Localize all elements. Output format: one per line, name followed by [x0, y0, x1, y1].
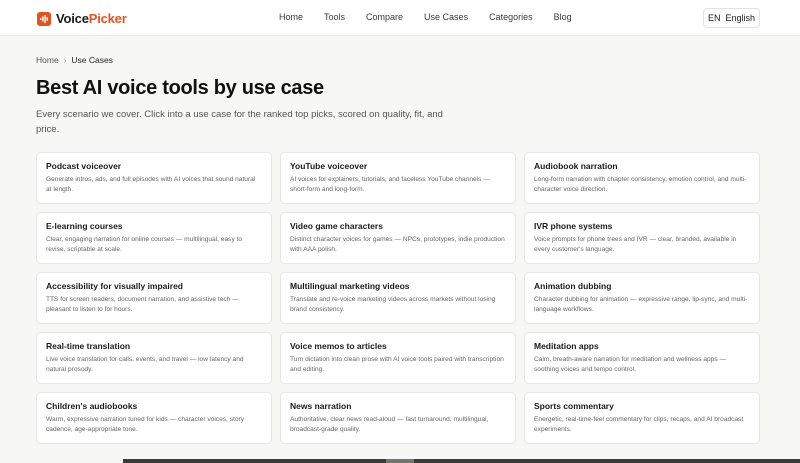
- nav-link-home[interactable]: Home: [279, 12, 303, 22]
- use-case-description: Translate and re-voice marketing videos …: [290, 296, 496, 313]
- breadcrumb: Home › Use Cases: [36, 55, 113, 65]
- use-case-description: AI voices for explainers, tutorials, and…: [290, 176, 490, 193]
- language-label: English: [725, 13, 756, 23]
- breadcrumb-home[interactable]: Home: [36, 55, 59, 65]
- use-case-title: YouTube voiceover: [290, 161, 368, 171]
- nav-link-categories[interactable]: Categories: [489, 12, 533, 22]
- use-case-title: Real-time translation: [46, 341, 131, 351]
- use-case-description: Generate intros, ads, and full episodes …: [46, 176, 256, 193]
- chevron-right-icon: ›: [63, 55, 67, 65]
- nav-link-tools[interactable]: Tools: [324, 12, 345, 22]
- use-case-card[interactable]: Meditation apps Calm, breath-aware narrat…: [524, 332, 760, 384]
- use-case-description: Clear, engaging narration for online cou…: [46, 236, 243, 253]
- use-case-title: Multilingual marketing videos: [290, 281, 410, 291]
- use-case-description: Voice prompts for phone trees and IVR — …: [534, 236, 737, 253]
- waveform-icon: [37, 11, 51, 26]
- use-case-card[interactable]: Animation dubbing Character dubbing for a…: [524, 272, 760, 324]
- use-case-description: Character dubbing for animation — expres…: [534, 296, 748, 313]
- use-case-title: Audiobook narration: [534, 161, 618, 171]
- use-case-description: TTS for screen readers, document narrati…: [46, 296, 239, 313]
- use-case-card[interactable]: Video game characters Distinct character …: [280, 212, 516, 264]
- use-case-title: IVR phone systems: [534, 221, 613, 231]
- use-case-card[interactable]: IVR phone systems Voice prompts for phone…: [524, 212, 760, 264]
- brand-name: VoicePicker: [56, 11, 127, 26]
- language-selector[interactable]: EN English: [703, 8, 760, 28]
- use-case-title: Sports commentary: [534, 401, 614, 411]
- use-case-description: Calm, breath-aware narration for meditat…: [534, 356, 727, 373]
- nav-link-compare[interactable]: Compare: [366, 12, 403, 22]
- nav-link-blog[interactable]: Blog: [554, 12, 572, 22]
- use-case-title: Animation dubbing: [534, 281, 612, 291]
- use-case-title: Accessibility for visually impaired: [46, 281, 184, 291]
- bottom-scrollbar[interactable]: [123, 459, 800, 463]
- use-case-description: Authoritative, clear news read-aloud — f…: [290, 416, 489, 433]
- breadcrumb-current: Use Cases: [71, 55, 113, 65]
- use-case-description: Turn dictation into clean prose with AI …: [290, 356, 504, 373]
- use-case-description: Distinct character voices for games — NP…: [290, 236, 505, 253]
- use-case-title: Podcast voiceover: [46, 161, 122, 171]
- use-case-title: Children's audiobooks: [46, 401, 138, 411]
- use-case-description: Energetic, real-time-feel commentary for…: [534, 416, 744, 433]
- use-case-title: Voice memos to articles: [290, 341, 387, 351]
- page-intro: Every scenario we cover. Click into a us…: [36, 109, 443, 135]
- use-case-card[interactable]: Voice memos to articles Turn dictation in…: [280, 332, 516, 384]
- nav-link-use-cases[interactable]: Use Cases: [424, 12, 468, 22]
- use-case-description: Long-form narration with chapter consist…: [534, 176, 747, 193]
- use-case-card[interactable]: Children's audiobooks Warm, expressive na…: [36, 392, 272, 444]
- use-case-card[interactable]: Accessibility for visually impaired TTS f…: [36, 272, 272, 324]
- use-case-card[interactable]: Multilingual marketing videos Translate a…: [280, 272, 516, 324]
- main-nav-links: Home Tools Compare Use Cases Categories …: [279, 12, 593, 22]
- use-case-card[interactable]: E-learning courses Clear, engaging narrat…: [36, 212, 272, 264]
- use-case-card[interactable]: YouTube voiceover AI voices for explainer…: [280, 152, 516, 204]
- top-nav: VoicePicker Home Tools Compare Use Cases…: [0, 0, 800, 36]
- use-case-card[interactable]: Audiobook narration Long-form narration w…: [524, 152, 760, 204]
- use-case-grid: Podcast voiceover Generate intros, ads, a…: [36, 152, 761, 444]
- use-case-card[interactable]: Real-time translation Live voice translat…: [36, 332, 272, 384]
- use-case-description: Live voice translation for calls, events…: [46, 356, 244, 373]
- use-case-card[interactable]: Sports commentary Energetic, real-time-fe…: [524, 392, 760, 444]
- page-title: Best AI voice tools by use case: [36, 77, 324, 99]
- scrollbar-thumb[interactable]: [386, 459, 414, 463]
- use-case-title: E-learning courses: [46, 221, 123, 231]
- use-case-card[interactable]: News narration Authoritative, clear news …: [280, 392, 516, 444]
- use-case-card[interactable]: Podcast voiceover Generate intros, ads, a…: [36, 152, 272, 204]
- use-case-description: Warm, expressive narration tuned for kid…: [46, 416, 245, 433]
- use-case-title: News narration: [290, 401, 352, 411]
- language-code: EN: [707, 13, 721, 23]
- brand-logo[interactable]: VoicePicker: [37, 11, 127, 26]
- use-case-title: Meditation apps: [534, 341, 599, 351]
- use-case-title: Video game characters: [290, 221, 383, 231]
